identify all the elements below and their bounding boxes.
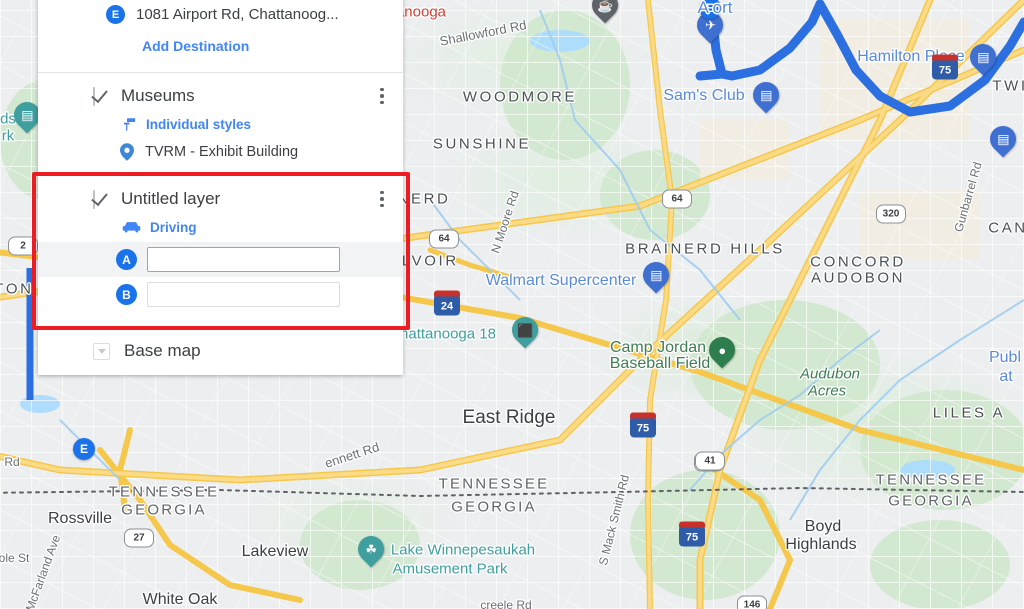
add-destination-link[interactable]: Add Destination	[38, 29, 403, 68]
pin-walmart-icon[interactable]: ▤	[637, 256, 675, 294]
screen: anooga Shallowford Rd WOODMORE SUNSHINE NERD…	[0, 0, 1024, 609]
pin-dark-top-icon[interactable]: ☕	[586, 0, 624, 24]
pin-sams-club-icon[interactable]: ▤	[747, 76, 785, 114]
state-border-line	[0, 486, 1024, 498]
highway-shield-us-2: 2	[8, 236, 38, 256]
pin-hamilton-place-icon[interactable]: ▤	[964, 38, 1002, 76]
highway-shield-us-64-a: 64	[662, 189, 692, 209]
route-stop-row-b[interactable]: B	[38, 277, 403, 312]
route-stop-input-a[interactable]	[147, 247, 340, 272]
pin-camp-jordan-icon[interactable]: ●	[703, 331, 741, 369]
map-marker-icon	[120, 143, 134, 161]
destination-list: C 2027 Galahad Rd, Chattanoo... D 3817 P…	[38, 0, 403, 72]
destination-badge: E	[106, 5, 125, 24]
basemap-row[interactable]: Base map	[38, 327, 403, 375]
route-stop-badge-b: B	[116, 284, 137, 305]
pin-twin-mall-icon[interactable]: ▤	[984, 120, 1022, 158]
layer-museums-feature-name: TVRM - Exhibit Building	[145, 144, 299, 160]
layer-untitled-checkbox[interactable]	[93, 190, 109, 209]
layer-museums-checkbox[interactable]	[93, 87, 109, 106]
layer-museums-style-row[interactable]: Individual styles	[38, 106, 403, 132]
pin-chattanooga-18-icon[interactable]: ⬛	[506, 311, 544, 349]
pin-lake-winnie-icon[interactable]: ☘	[352, 530, 390, 568]
highway-shield-i-75-a: 75	[932, 54, 958, 80]
layer-untitled-title: Untitled layer	[121, 189, 221, 208]
layer-untitled-mode-row[interactable]: Driving	[38, 209, 403, 235]
layer-museums-header[interactable]: Museums	[38, 86, 403, 106]
highway-shield-sr-320: 320	[876, 204, 906, 224]
highway-shield-us-41-b: 41	[695, 451, 725, 471]
layers-panel[interactable]: C 2027 Galahad Rd, Chattanoo... D 3817 P…	[32, 0, 410, 375]
route-stop-input-b[interactable]	[147, 282, 340, 307]
destination-row[interactable]: E 1081 Airport Rd, Chattanoog...	[38, 0, 403, 29]
highway-shield-i-75-c: 75	[679, 521, 705, 547]
highway-shield-i-75-b: 75	[630, 412, 656, 438]
layer-untitled[interactable]: Untitled layer Driving A B	[38, 176, 403, 326]
highway-shield-i-24: 24	[434, 290, 460, 316]
highway-shield-us-64-b: 64	[429, 229, 459, 249]
destination-address: 1081 Airport Rd, Chattanoog...	[136, 6, 339, 23]
driving-mode-link[interactable]: Driving	[150, 220, 197, 235]
layer-museums-title: Museums	[121, 86, 195, 105]
layer-museums-menu-icon[interactable]	[373, 87, 391, 105]
layer-untitled-menu-icon[interactable]	[373, 190, 391, 208]
layer-untitled-header[interactable]: Untitled layer	[38, 189, 403, 209]
layer-museums[interactable]: Museums Individual styles TVRM - Exhibit…	[38, 73, 403, 175]
car-icon	[122, 221, 141, 234]
highway-shield-us-146: 146	[737, 595, 767, 609]
route-stop-row-a[interactable]: A	[38, 242, 403, 277]
basemap-label: Base map	[124, 341, 201, 360]
paint-roller-icon	[122, 117, 137, 132]
highway-shield-us-27: 27	[124, 528, 154, 548]
chevron-down-icon[interactable]	[93, 342, 110, 360]
pin-tvrm-left-icon[interactable]: ▤	[8, 96, 46, 134]
untitled-layer-highlight: Untitled layer Driving A B	[32, 172, 410, 330]
map-stop-badge-e[interactable]: E	[73, 438, 95, 460]
route-stop-list: A B	[38, 242, 403, 312]
route-stop-badge-a: A	[116, 249, 137, 270]
layer-museums-feature-row[interactable]: TVRM - Exhibit Building	[38, 132, 403, 161]
individual-styles-link[interactable]: Individual styles	[146, 117, 251, 132]
